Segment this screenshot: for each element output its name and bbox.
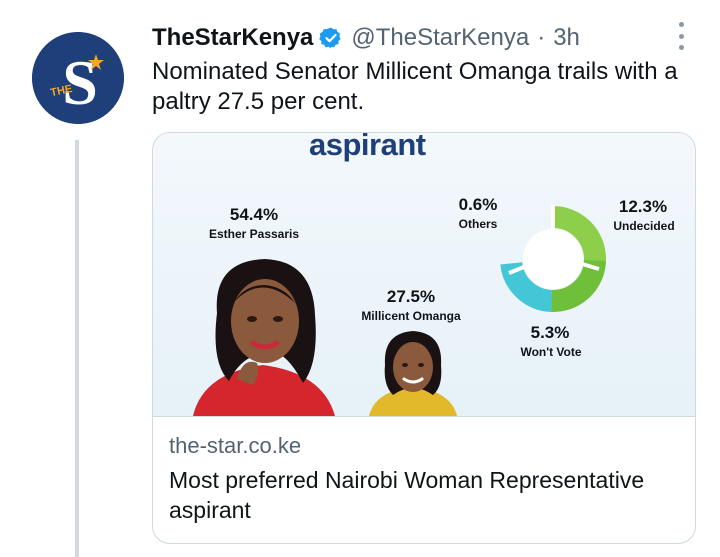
donut-label: Undecided [613,219,675,233]
card-domain: the-star.co.ke [169,433,302,458]
tweet-text: Nominated Senator Millicent Omanga trail… [152,58,678,115]
separator-dot: · [537,24,546,51]
donut-pct: 12.3% [618,197,668,216]
link-card[interactable]: aspirant 54.4% Esther Passaris 27.5% Mil… [152,132,696,544]
donut-label: Won't Vote [520,345,582,359]
candidate-pct: 54.4% [229,205,279,224]
candidate-name: Esther Passaris [208,227,300,241]
tweet-header: TheStarKenya @TheStarKenya · 3h [152,20,580,56]
timestamp[interactable]: 3h [553,24,580,52]
candidate-pct: 27.5% [386,287,436,306]
card-title: Most preferred Nairobi Woman Representat… [169,467,645,523]
candidate-photo [369,331,457,416]
card-image[interactable]: aspirant 54.4% Esther Passaris 27.5% Mil… [153,133,695,416]
donut-pct: 0.6% [458,195,498,214]
image-heading: aspirant [309,133,426,162]
candidate-name: Millicent Omanga [361,309,461,323]
more-options-icon[interactable] [670,22,692,50]
donut-pct: 5.3% [530,323,570,342]
handle[interactable]: @TheStarKenya [351,24,529,52]
candidate-photo [193,259,335,416]
avatar-letter: S [62,47,98,118]
avatar[interactable]: S THE [32,32,124,124]
donut-chart [500,205,606,312]
star-logo-icon: S THE [32,32,124,124]
display-name[interactable]: TheStarKenya [152,24,313,52]
verified-badge-icon [319,26,343,50]
thread-line [75,140,79,557]
card-meta[interactable]: the-star.co.ke Most preferred Nairobi Wo… [153,416,695,543]
